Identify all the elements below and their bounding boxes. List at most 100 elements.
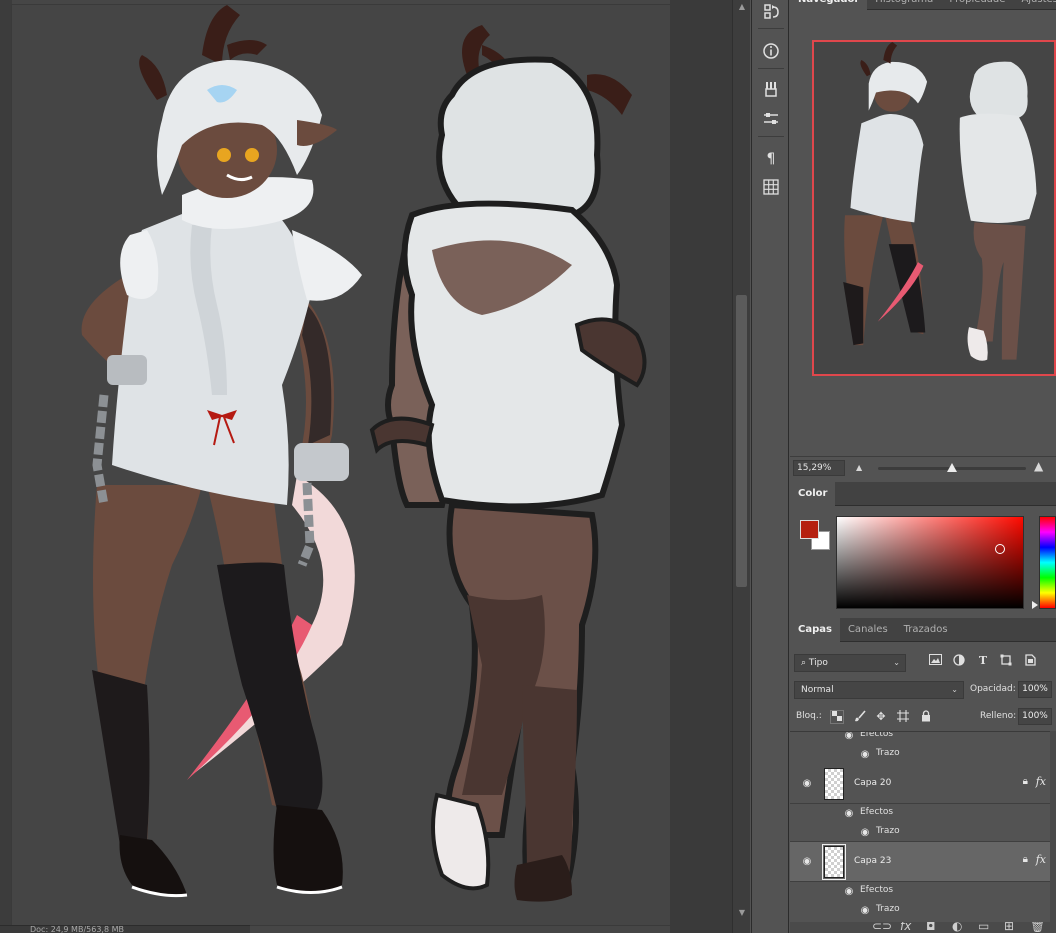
zoom-slider-thumb[interactable]: [947, 463, 957, 472]
lock-transparent-icon[interactable]: [830, 710, 844, 724]
tool-separator: [758, 136, 784, 137]
effects-label: Efectos: [860, 807, 894, 817]
layer-effects-row[interactable]: ◉ Efectos: [790, 732, 1056, 745]
effect-visibility-eye-icon[interactable]: ◉: [842, 809, 856, 819]
image-filter-icon[interactable]: [928, 654, 942, 668]
smart-object-filter-icon[interactable]: [1023, 654, 1037, 668]
hue-slider[interactable]: [1039, 516, 1056, 609]
document-size-status: Doc: 24,9 MB/563,8 MB: [30, 925, 124, 933]
canvas-pasteboard-left: [0, 0, 12, 933]
color-tab-bar: Color: [790, 482, 1056, 506]
navigator-tab-bar: Navegador Histograma Propiedade Ajustes: [790, 0, 1056, 10]
tool-separator: [758, 68, 784, 69]
navigator-view-box[interactable]: [812, 40, 1056, 376]
canvas-vertical-scrollbar[interactable]: ▲ ▼: [732, 0, 750, 933]
layer-filter-kind-select[interactable]: ⌕ Tipo ⌄: [794, 654, 906, 672]
layer-effects-row[interactable]: ◉ Efectos: [790, 804, 1056, 823]
zoom-out-icon[interactable]: ▲: [856, 463, 862, 472]
info-icon[interactable]: [760, 40, 782, 62]
fill-input[interactable]: 100%: [1018, 708, 1052, 725]
right-panel-dock: Navegador Histograma Propiedade Ajustes: [790, 0, 1056, 933]
finished-character-figure: [81, 5, 362, 898]
adjustments-icon[interactable]: [760, 108, 782, 130]
layer-fx-icon[interactable]: fx: [1036, 775, 1046, 788]
new-adjustment-layer-icon[interactable]: ◐: [952, 922, 962, 933]
lock-artboard-icon[interactable]: [896, 710, 910, 724]
layer-visibility-eye-icon[interactable]: ◉: [800, 779, 814, 789]
layer-thumbnail: [822, 844, 846, 880]
layer-visibility-eye-icon[interactable]: ◉: [800, 857, 814, 867]
link-layers-icon[interactable]: ⊂⊃: [872, 922, 892, 933]
fill-label: Relleno:: [980, 711, 1017, 721]
tab-layers[interactable]: Capas: [790, 618, 840, 642]
lock-brush-icon[interactable]: [853, 710, 867, 724]
layer-stroke-row[interactable]: ◉ Trazo: [790, 901, 1056, 920]
tab-channels[interactable]: Canales: [840, 618, 896, 642]
lock-move-icon[interactable]: ✥: [874, 710, 888, 724]
canvas-scroll-thumb[interactable]: [736, 295, 747, 587]
paragraph-icon[interactable]: ¶: [760, 148, 782, 170]
grid-icon[interactable]: [760, 176, 782, 198]
brush-presets-icon[interactable]: [760, 78, 782, 100]
document-canvas-area[interactable]: ▲ ▼ Doc: 24,9 MB/563,8 MB: [0, 0, 750, 933]
layer-filter-kind-value: Tipo: [808, 658, 828, 668]
tab-color[interactable]: Color: [790, 482, 836, 506]
tab-histogram[interactable]: Histograma: [867, 0, 941, 10]
effect-visibility-eye-icon[interactable]: ◉: [842, 732, 856, 741]
layer-lock-icon: 🔒︎: [1022, 776, 1028, 787]
layer-stroke-row[interactable]: ◉ Trazo: [790, 745, 1056, 764]
layer-row-capa-20[interactable]: ◉ Capa 20 🔒︎ fx: [790, 764, 1056, 804]
effect-visibility-eye-icon[interactable]: ◉: [842, 887, 856, 897]
search-icon: ⌕: [801, 658, 809, 668]
shape-filter-icon[interactable]: [999, 654, 1013, 668]
stroke-visibility-eye-icon[interactable]: ◉: [858, 828, 872, 838]
blend-mode-select[interactable]: Normal ⌄: [794, 681, 964, 699]
hue-slider-arrow-icon[interactable]: [1032, 601, 1038, 609]
navigator-panel: [790, 10, 1056, 456]
canvas-pasteboard-right: [670, 0, 732, 933]
scroll-down-arrow-icon[interactable]: ▼: [733, 906, 751, 920]
stroke-visibility-eye-icon[interactable]: ◉: [858, 906, 872, 916]
delete-layer-icon[interactable]: 🗑︎: [1030, 922, 1045, 933]
add-layer-style-icon[interactable]: fx: [900, 922, 911, 933]
opacity-input[interactable]: 100%: [1018, 681, 1052, 698]
zoom-slider[interactable]: [878, 463, 1026, 472]
layers-panel: ⌕ Tipo ⌄ T Normal ⌄ Opacidad: 100% Bloq.…: [790, 642, 1056, 933]
layer-row-capa-23[interactable]: ◉ Capa 23 🔒︎ fx: [790, 842, 1056, 882]
layer-effects-row[interactable]: ◉ Efectos: [790, 882, 1056, 901]
tab-adjustments[interactable]: Ajustes: [1013, 0, 1056, 10]
effects-label: Efectos: [860, 885, 894, 895]
tab-paths[interactable]: Trazados: [896, 618, 956, 642]
layer-list[interactable]: ◉ Efectos ◉ Trazo ◉ Capa 20 🔒︎ fx ◉ Efec…: [790, 731, 1056, 933]
blocking-character-figure: [369, 25, 647, 902]
layers-tab-bar: Capas Canales Trazados: [790, 618, 1056, 642]
color-panel: [790, 506, 1056, 616]
navigator-thumbnail: [843, 42, 1037, 361]
layer-name: Capa 23: [854, 856, 892, 866]
collapsed-panels-strip: ¶: [751, 0, 789, 933]
zoom-level-input[interactable]: 15,29%: [793, 460, 845, 476]
new-group-icon[interactable]: ▭: [978, 922, 989, 933]
tool-separator: [758, 28, 784, 29]
layers-bottom-toolbar: ⊂⊃ fx ◘ ◐ ▭ ⊞ 🗑︎: [790, 922, 1056, 933]
saturation-brightness-field[interactable]: [836, 516, 1024, 609]
layer-stroke-row[interactable]: ◉ Trazo: [790, 823, 1056, 842]
lock-all-icon[interactable]: [919, 710, 933, 724]
adjustment-filter-icon[interactable]: [952, 654, 966, 668]
document-artboard[interactable]: [12, 5, 670, 925]
history-brush-icon[interactable]: [760, 0, 782, 22]
layer-list-scrollbar[interactable]: [1050, 731, 1056, 933]
new-layer-icon[interactable]: ⊞: [1004, 922, 1014, 933]
type-filter-icon[interactable]: T: [976, 654, 990, 668]
zoom-in-icon[interactable]: ▲: [1034, 459, 1043, 473]
tab-navigator[interactable]: Navegador: [790, 0, 868, 10]
layer-name: Capa 20: [854, 778, 892, 788]
color-picker-ring[interactable]: [995, 544, 1005, 554]
tab-properties[interactable]: Propiedade: [941, 0, 1013, 10]
layer-fx-icon[interactable]: fx: [1036, 853, 1046, 866]
stroke-visibility-eye-icon[interactable]: ◉: [858, 750, 872, 760]
scroll-up-arrow-icon[interactable]: ▲: [733, 0, 751, 14]
add-mask-icon[interactable]: ◘: [926, 922, 936, 933]
lock-label: Bloq.:: [796, 711, 822, 721]
foreground-color-swatch[interactable]: [800, 520, 819, 539]
